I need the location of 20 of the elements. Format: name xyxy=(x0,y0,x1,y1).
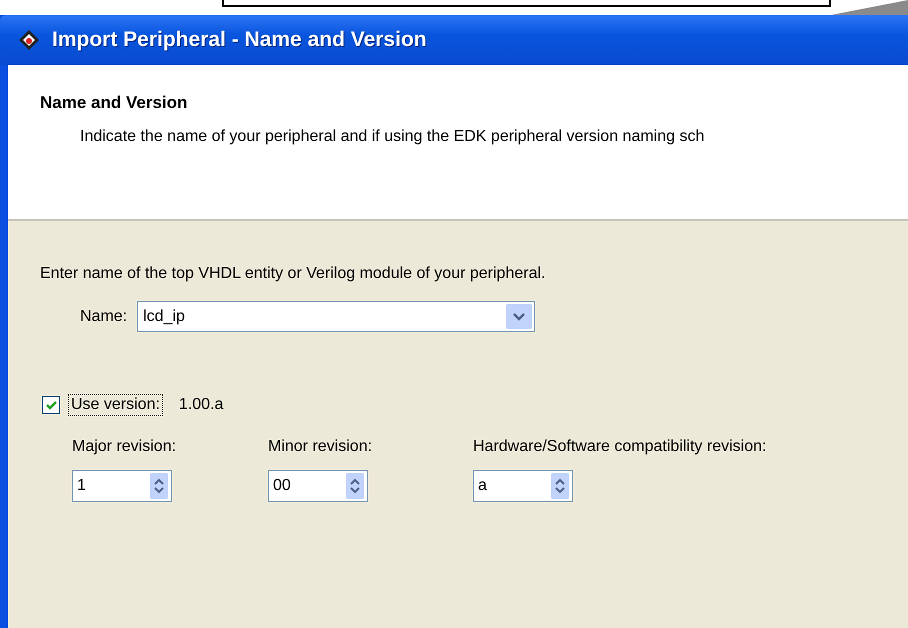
spin-arrows-icon[interactable] xyxy=(346,473,364,499)
revision-spinner[interactable]: a xyxy=(473,470,573,502)
spin-arrows-icon[interactable] xyxy=(551,473,569,499)
page-description: Indicate the name of your peripheral and if using the EDK peripheral version naming sch xyxy=(80,128,706,146)
revision-label: Hardware/Software compatibility revision: xyxy=(473,438,766,456)
app-icon xyxy=(18,29,40,51)
use-version-checkbox[interactable] xyxy=(42,396,60,414)
check-mark-icon xyxy=(44,398,58,412)
window-title: Import Peripheral - Name and Version xyxy=(52,28,427,52)
name-label: Name: xyxy=(80,308,128,326)
revision-spinner[interactable]: 1 xyxy=(72,470,172,502)
revision-label: Minor revision: xyxy=(268,438,374,456)
use-version-label[interactable]: Use version: xyxy=(68,394,163,416)
page-heading: Name and Version xyxy=(40,93,188,113)
revision-spinner[interactable]: 00 xyxy=(268,470,368,502)
version-value: 1.00.a xyxy=(178,396,224,414)
name-combobox[interactable]: lcd_ip xyxy=(137,301,536,332)
instruction-text: Enter name of the top VHDL entity or Verilog module of your peripheral. xyxy=(40,265,546,283)
spin-arrows-icon[interactable] xyxy=(150,473,168,499)
revision-label: Major revision: xyxy=(72,438,178,456)
